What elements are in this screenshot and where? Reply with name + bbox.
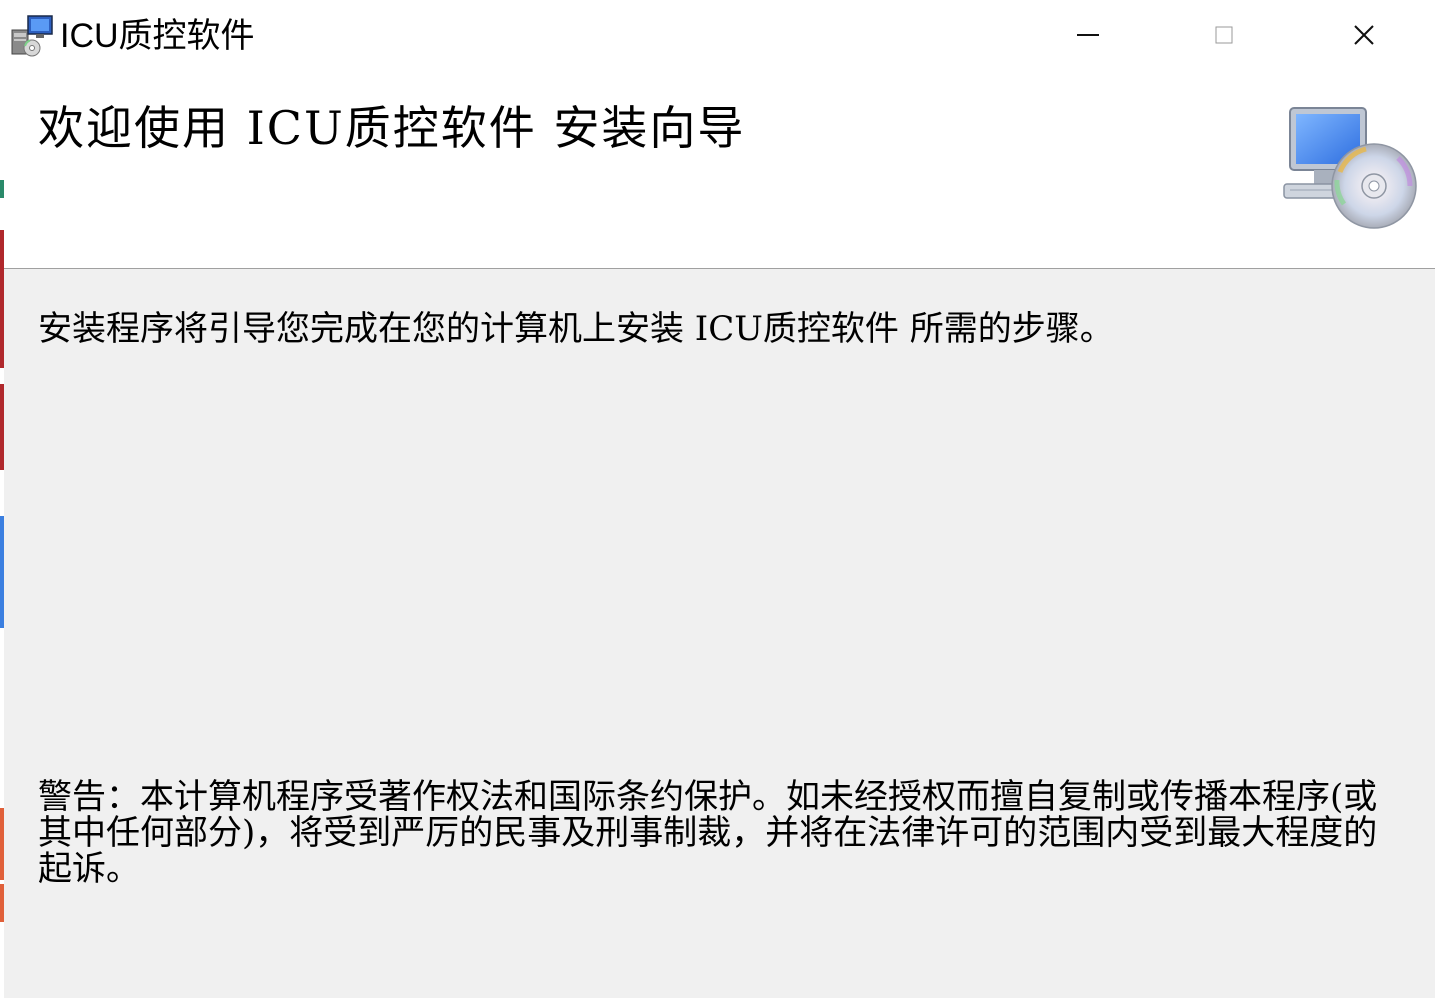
computer-cd-icon — [1280, 106, 1420, 232]
maximize-button[interactable] — [1156, 0, 1292, 70]
installer-window: ICU质控软件 欢迎使用 ICU质控软件 安装向导 安装程序将引导您完成在您的计… — [4, 0, 1435, 998]
installer-app-icon[interactable] — [8, 10, 56, 58]
window-title: ICU质控软件 — [60, 17, 255, 55]
maximize-icon — [1215, 26, 1233, 44]
wizard-banner: 欢迎使用 ICU质控软件 安装向导 — [4, 70, 1435, 269]
intro-text: 安装程序将引导您完成在您的计算机上安装 ICU质控软件 所需的步骤。 — [38, 309, 1114, 349]
title-bar[interactable]: ICU质控软件 — [4, 0, 1435, 70]
minimize-button[interactable] — [1020, 0, 1156, 70]
close-icon — [1354, 25, 1374, 45]
minimize-icon — [1077, 34, 1099, 36]
wizard-title: 欢迎使用 ICU质控软件 安装向导 — [38, 101, 746, 155]
close-button[interactable] — [1293, 0, 1435, 70]
copyright-warning: 警告：本计算机程序受著作权法和国际条约保护。如未经授权而擅自复制或传播本程序(或… — [38, 777, 1378, 889]
wizard-content: 安装程序将引导您完成在您的计算机上安装 ICU质控软件 所需的步骤。 警告：本计… — [4, 269, 1435, 998]
